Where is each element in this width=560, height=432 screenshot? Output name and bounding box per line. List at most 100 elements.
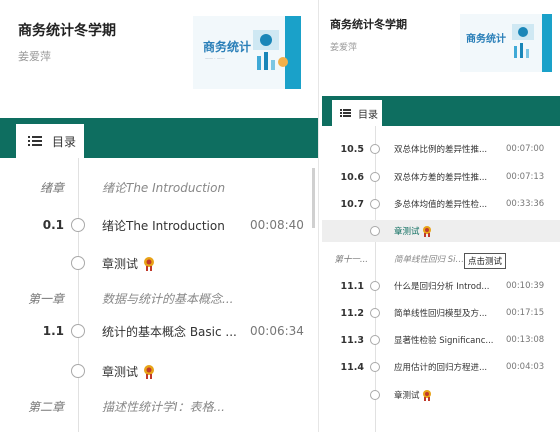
- lesson-row[interactable]: 11.4 应用估计的回归方程进... 00:04:03: [322, 358, 560, 376]
- lesson-duration: 00:07:00: [506, 144, 545, 154]
- lesson-number: 11.4: [340, 361, 364, 373]
- chapter-title: 描述性统计学Ⅰ：表格...: [102, 399, 225, 414]
- quiz-row[interactable]: 章测试: [0, 251, 318, 275]
- lesson-duration: 00:13:08: [506, 335, 545, 345]
- lesson-title[interactable]: 什么是回归分析 Introd...: [394, 280, 494, 292]
- lesson-duration: 00:04:03: [506, 362, 545, 372]
- medal-icon: [423, 390, 432, 401]
- catalog-list: 10.5 双总体比例的差异性推... 00:07:00 10.6 双总体方差的差…: [322, 126, 560, 432]
- thumb-illustration: [512, 24, 534, 58]
- lesson-title[interactable]: 多总体均值的差异性检...: [394, 198, 494, 210]
- lesson-row[interactable]: 10.6 双总体方差的差异性推... 00:07:13: [322, 168, 560, 186]
- lesson-row[interactable]: 1.1 统计的基本概念 Basic ... 00:06:34: [0, 319, 318, 343]
- circle-node-icon: [71, 218, 85, 232]
- course-title: 商务统计冬学期: [18, 23, 116, 39]
- medal-icon: [423, 226, 432, 237]
- circle-node-icon: [370, 199, 380, 209]
- chapter-row: 第一章 数据与统计的基本概念...: [0, 287, 318, 309]
- thumb-subtitle: —— · ——: [205, 56, 225, 61]
- chapter-label: 绪章: [39, 180, 64, 195]
- lesson-title[interactable]: 统计的基本概念 Basic ...: [102, 323, 242, 340]
- tab-catalog[interactable]: 目录: [332, 100, 382, 126]
- lesson-number: 0.1: [42, 218, 64, 232]
- lesson-duration: 00:17:15: [506, 308, 545, 318]
- circle-node-icon: [370, 390, 380, 400]
- lesson-duration: 00:10:39: [506, 281, 545, 291]
- quiz-title[interactable]: 章测试: [394, 225, 494, 237]
- tab-bar: 目录: [0, 118, 318, 158]
- lesson-number: 11.1: [340, 280, 364, 292]
- circle-node-icon: [370, 172, 380, 182]
- teacher-name: 姜爱萍: [330, 43, 358, 53]
- quiz-label: 章测试: [102, 256, 139, 271]
- lesson-number: 10.7: [340, 198, 364, 210]
- tab-catalog-label: 目录: [52, 134, 77, 149]
- quiz-title[interactable]: 章测试: [394, 389, 494, 401]
- chapter-title: 简单线性回归 Sin...: [394, 255, 466, 265]
- chapter-label: 第十一...: [334, 255, 368, 265]
- lesson-duration: 00:08:40: [250, 218, 304, 232]
- catalog-list: 绪章 绪论The Introduction 0.1 绪论The Introduc…: [0, 158, 318, 432]
- circle-node-icon: [370, 226, 380, 236]
- lesson-duration: 00:07:13: [506, 172, 545, 182]
- thumb-logo-text: 商务统计: [466, 34, 506, 45]
- quiz-label: 章测试: [394, 391, 420, 401]
- lesson-title[interactable]: 双总体方差的差异性推...: [394, 171, 494, 183]
- circle-node-icon: [370, 144, 380, 154]
- circle-node-icon: [71, 364, 85, 378]
- lesson-title[interactable]: 应用估计的回归方程进...: [394, 361, 494, 373]
- quiz-title[interactable]: 章测试: [102, 363, 242, 380]
- medal-icon: [143, 257, 154, 271]
- lesson-number: 1.1: [42, 324, 64, 338]
- course-thumbnail[interactable]: 商务统计 —— · ——: [193, 16, 301, 89]
- list-icon: [28, 136, 42, 146]
- lesson-row[interactable]: 11.1 什么是回归分析 Introd... 00:10:39: [322, 277, 560, 295]
- circle-node-icon: [71, 324, 85, 338]
- medal-icon: [143, 365, 154, 379]
- teacher-name: 姜爱萍: [18, 50, 51, 63]
- lesson-number: 11.2: [340, 307, 364, 319]
- lesson-title[interactable]: 显著性检验 Significanc...: [394, 334, 494, 346]
- lesson-number: 10.6: [340, 171, 364, 183]
- lesson-number: 10.5: [340, 143, 364, 155]
- chapter-title: 绪论The Introduction: [102, 180, 226, 195]
- circle-node-icon: [370, 335, 380, 345]
- chapter-label: 第二章: [27, 399, 64, 414]
- lesson-row[interactable]: 11.2 简单线性回归模型及方... 00:17:15: [322, 304, 560, 322]
- quiz-label: 章测试: [102, 364, 139, 379]
- circle-node-icon: [71, 256, 85, 270]
- lesson-title[interactable]: 双总体比例的差异性推...: [394, 143, 494, 155]
- course-title: 商务统计冬学期: [330, 18, 407, 31]
- lesson-duration: 00:33:36: [506, 199, 545, 209]
- chapter-row: 第二章 描述性统计学Ⅰ：表格...: [0, 395, 318, 417]
- circle-node-icon: [370, 308, 380, 318]
- circle-node-icon: [370, 281, 380, 291]
- tab-catalog-label: 目录: [358, 109, 378, 121]
- lesson-row[interactable]: 10.7 多总体均值的差异性检... 00:33:36: [322, 195, 560, 213]
- quiz-row[interactable]: 章测试: [322, 386, 560, 404]
- chapter-row: 绪章 绪论The Introduction: [0, 176, 318, 198]
- lesson-row[interactable]: 0.1 绪论The Introduction 00:08:40: [0, 213, 318, 237]
- chapter-row: 第十一... 简单线性回归 Sin...: [322, 250, 560, 268]
- tab-bar: 目录: [322, 96, 560, 126]
- chapter-label: 第一章: [27, 291, 64, 306]
- thumb-illustration: [253, 30, 288, 70]
- tab-catalog[interactable]: 目录: [16, 124, 84, 158]
- course-thumbnail[interactable]: 商务统计: [460, 14, 552, 72]
- right-screenshot: 商务统计冬学期 姜爱萍 商务统计 目录 10.5 双总体比例的差异性推... 0…: [322, 0, 560, 432]
- quiz-label: 章测试: [394, 227, 420, 237]
- tooltip-click-test: 点击测试: [464, 253, 507, 269]
- lesson-duration: 00:06:34: [250, 324, 304, 338]
- list-icon: [340, 109, 351, 117]
- chapter-title: 数据与统计的基本概念...: [102, 291, 234, 306]
- quiz-title[interactable]: 章测试: [102, 255, 242, 272]
- lesson-title[interactable]: 简单线性回归模型及方...: [394, 307, 494, 319]
- left-screenshot: 商务统计冬学期 姜爱萍 商务统计 —— · —— 目录 绪章 绪论The Int…: [0, 0, 318, 432]
- quiz-row[interactable]: 章测试: [0, 359, 318, 383]
- quiz-row-highlighted[interactable]: 章测试: [322, 220, 560, 242]
- circle-node-icon: [370, 362, 380, 372]
- lesson-title[interactable]: 绪论The Introduction: [102, 217, 242, 234]
- lesson-row[interactable]: 10.5 双总体比例的差异性推... 00:07:00: [322, 140, 560, 158]
- lesson-row[interactable]: 11.3 显著性检验 Significanc... 00:13:08: [322, 331, 560, 349]
- lesson-number: 11.3: [340, 334, 364, 346]
